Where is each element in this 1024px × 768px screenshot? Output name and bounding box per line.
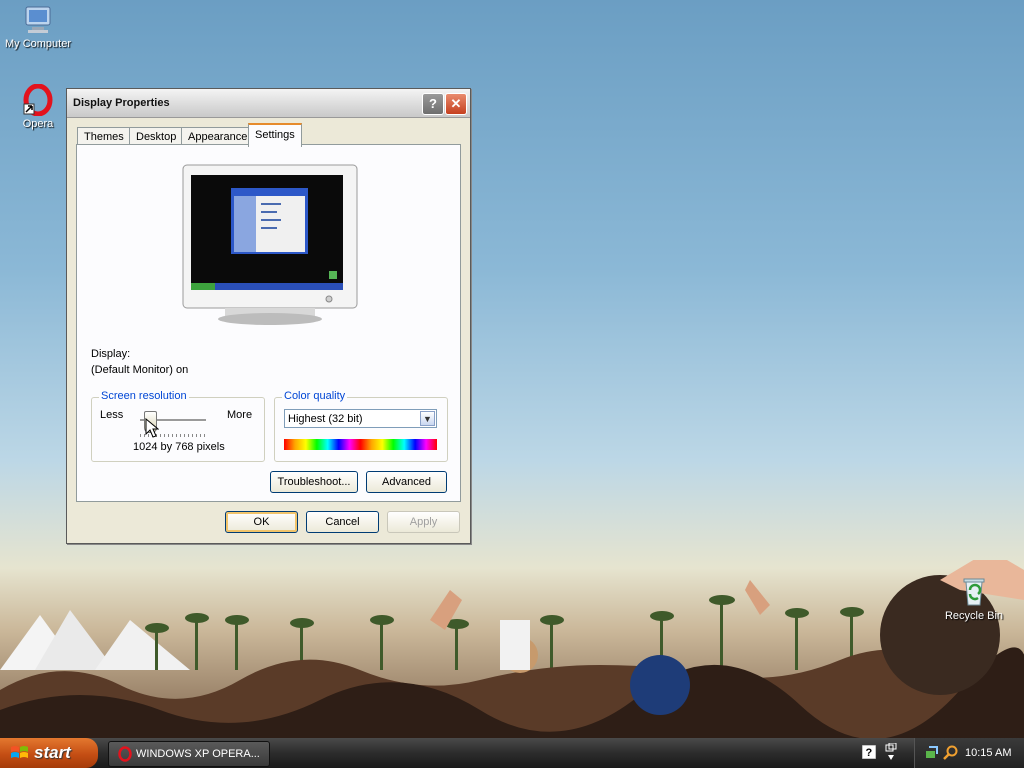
start-label: start (34, 743, 71, 762)
color-quality-select[interactable]: Highest (32 bit) ▼ (284, 409, 437, 428)
clock: 10:15 AM (965, 747, 1012, 759)
desktop-icon-my-computer[interactable]: My Computer (0, 4, 78, 50)
recycle-bin-icon (963, 578, 985, 606)
color-quality-selected: Highest (32 bit) (288, 413, 363, 425)
color-spectrum-bar (284, 439, 437, 450)
windows-logo-icon (11, 746, 28, 758)
taskbar-window-button[interactable]: WINDOWS XP OPERA... (108, 741, 270, 767)
tab-settings[interactable]: Settings (248, 123, 302, 147)
advanced-button[interactable]: Advanced (366, 471, 447, 493)
network-icon[interactable] (925, 745, 939, 761)
display-label: Display: (91, 348, 131, 360)
desktop-icon-label: Opera (22, 118, 54, 130)
chevron-down-icon[interactable]: ▼ (420, 411, 435, 426)
system-tray: 10:15 AM (914, 738, 1024, 768)
desktop-icon-recycle-bin[interactable]: Recycle Bin (934, 576, 1014, 622)
close-button[interactable]: ✕ (445, 93, 467, 115)
resolution-value: 1024 by 768 pixels (133, 441, 225, 453)
wallpaper-crowd-scene (0, 560, 1024, 738)
troubleshoot-button[interactable]: Troubleshoot... (270, 471, 358, 493)
restore-arrows-icon[interactable] (884, 743, 898, 763)
start-button[interactable]: start (0, 738, 98, 768)
search-icon[interactable] (943, 745, 959, 761)
settings-panel: Display: (Default Monitor) on Screen res… (76, 144, 461, 502)
my-computer-icon (25, 6, 51, 33)
opera-icon (118, 746, 132, 762)
display-properties-window: Display Properties ? ✕ Themes Desktop Ap… (66, 88, 471, 544)
cancel-button[interactable]: Cancel (306, 511, 379, 533)
window-title: Display Properties (73, 97, 170, 109)
ok-button[interactable]: OK (225, 511, 298, 533)
taskbar: start WINDOWS XP OPERA... ? 10:15 AM (0, 738, 1024, 768)
display-value: (Default Monitor) on (91, 364, 189, 376)
monitor-preview (182, 164, 358, 325)
svg-text:?: ? (866, 747, 873, 759)
help-icon[interactable]: ? (862, 745, 876, 759)
slider-more-label: More (227, 409, 253, 421)
screen-resolution-group: Screen resolution Less More 1024 by 768 … (91, 390, 265, 462)
help-button[interactable]: ? (422, 93, 444, 115)
title-bar[interactable]: Display Properties ? ✕ (67, 89, 470, 118)
mouse-cursor-icon (145, 418, 159, 438)
desktop-icon-label: My Computer (4, 38, 72, 50)
opera-icon (23, 84, 53, 116)
apply-button[interactable]: Apply (387, 511, 460, 533)
question-mark-icon: ? (429, 96, 437, 111)
color-quality-legend: Color quality (282, 390, 348, 402)
screen-resolution-legend: Screen resolution (99, 390, 189, 402)
color-quality-group: Color quality Highest (32 bit) ▼ (274, 390, 448, 462)
slider-less-label: Less (100, 409, 124, 421)
close-icon: ✕ (450, 96, 462, 111)
desktop-icon-label: Recycle Bin (944, 610, 1004, 622)
taskbar-window-label: WINDOWS XP OPERA... (136, 748, 260, 760)
